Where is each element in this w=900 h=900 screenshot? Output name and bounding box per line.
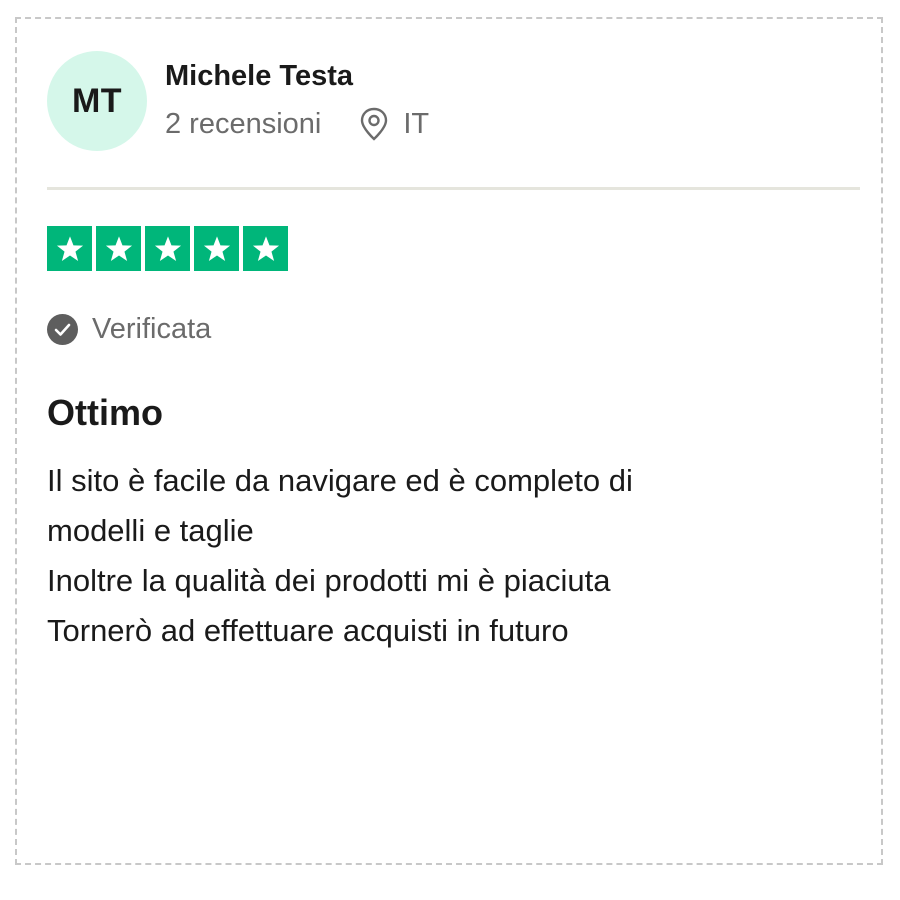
avatar[interactable]: MT: [47, 51, 147, 151]
review-text-line: Il sito è facile da navigare ed è comple…: [47, 463, 633, 498]
star-icon: [145, 226, 190, 271]
country-code: IT: [403, 108, 430, 140]
avatar-initials: MT: [71, 81, 123, 120]
reviews-count: 2 recensioni: [165, 108, 322, 140]
star-icon: [96, 226, 141, 271]
star-rating: [47, 226, 292, 271]
verified-badge[interactable]: Verificata: [47, 313, 211, 346]
review-text-line: Inoltre la qualità dei prodotti mi è pia…: [47, 563, 611, 598]
star-icon: [194, 226, 239, 271]
star-icon: [243, 226, 288, 271]
review-title[interactable]: Ottimo: [47, 391, 163, 435]
reviewer-header: MT Michele Testa 2 recensioni IT: [47, 51, 429, 151]
reviewer-location: IT: [359, 107, 429, 141]
review-text-line: Tornerò ad effettuare acquisti in futuro: [47, 613, 569, 648]
review-body: Il sito è facile da navigare ed è comple…: [47, 456, 847, 656]
review-text-line: modelli e taglie: [47, 513, 254, 548]
check-circle-icon: [47, 314, 78, 345]
review-card: MT Michele Testa 2 recensioni IT Verific…: [15, 17, 883, 865]
header-divider: [47, 187, 860, 190]
verified-label: Verificata: [92, 313, 212, 345]
map-pin-icon: [359, 107, 389, 141]
reviewer-name[interactable]: Michele Testa: [165, 59, 429, 93]
reviewer-info: Michele Testa 2 recensioni IT: [165, 51, 429, 141]
star-icon: [47, 226, 92, 271]
reviewer-meta: 2 recensioni IT: [165, 107, 429, 141]
